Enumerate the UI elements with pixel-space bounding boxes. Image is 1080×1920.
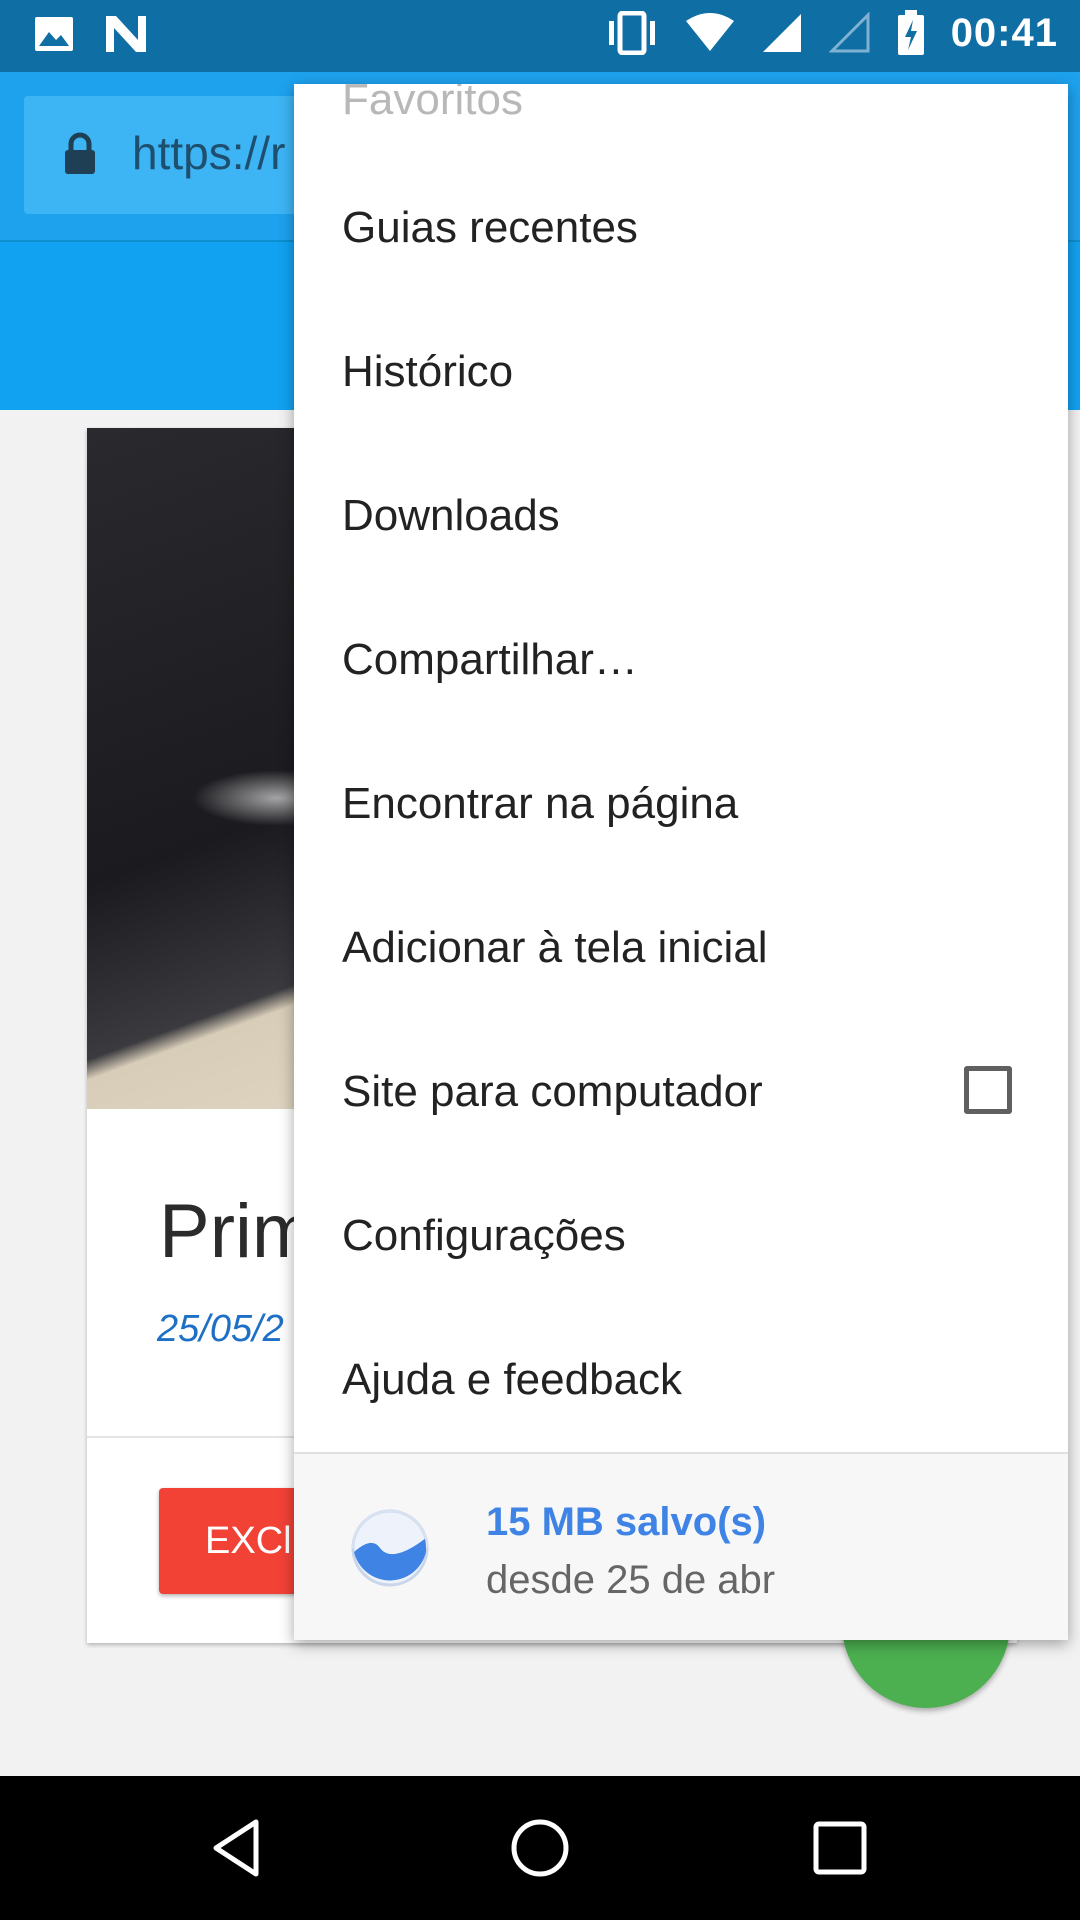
menu-item-encontrar-na-pagina[interactable]: Encontrar na página [294, 732, 1068, 876]
menu-item-label: Compartilhar… [342, 635, 638, 684]
menu-item-downloads[interactable]: Downloads [294, 444, 1068, 588]
n-logo-icon [104, 14, 148, 54]
signal-icon [761, 12, 803, 54]
card-title: Prim [159, 1189, 316, 1274]
data-saved-since: desde 25 de abr [486, 1558, 776, 1602]
menu-item-ajuda-e-feedback[interactable]: Ajuda e feedback [294, 1308, 1068, 1452]
battery-charging-icon [897, 10, 925, 56]
recents-icon[interactable] [808, 1816, 872, 1880]
menu-item-label: Adicionar à tela inicial [342, 923, 768, 972]
signal-empty-icon [828, 12, 871, 54]
overflow-menu: Favoritos Guias recentes Histórico Downl… [294, 84, 1068, 1640]
menu-item-site-para-computador[interactable]: Site para computador [294, 1020, 1068, 1164]
navigation-bar [0, 1776, 1080, 1920]
menu-item-configuracoes[interactable]: Configurações [294, 1164, 1068, 1308]
delete-button-label: EXCl [205, 1519, 292, 1562]
menu-item-label: Configurações [342, 1211, 626, 1260]
desktop-site-checkbox[interactable] [964, 1066, 1012, 1114]
menu-item-label: Site para computador [342, 1067, 763, 1116]
menu-item-historico[interactable]: Histórico [294, 300, 1068, 444]
clock: 00:41 [950, 10, 1058, 55]
menu-item-label: Encontrar na página [342, 779, 739, 828]
vibrate-icon [605, 11, 659, 55]
menu-item-guias-recentes[interactable]: Guias recentes [294, 156, 1068, 300]
wifi-icon [685, 13, 735, 53]
menu-item-label: Ajuda e feedback [342, 1355, 683, 1404]
menu-item-label: Guias recentes [342, 203, 638, 252]
image-icon [34, 16, 74, 52]
status-bar: 00:41 [0, 0, 1080, 72]
data-saver-footer[interactable]: 15 MB salvo(s) desde 25 de abr [294, 1452, 1068, 1640]
data-saved-amount: 15 MB salvo(s) [486, 1500, 767, 1544]
menu-item-compartilhar[interactable]: Compartilhar… [294, 588, 1068, 732]
menu-item-adicionar-tela-inicial[interactable]: Adicionar à tela inicial [294, 876, 1068, 1020]
data-saver-icon [350, 1508, 430, 1593]
menu-item-label: Favoritos [342, 84, 523, 124]
lock-icon [64, 132, 96, 181]
url-text: https://r [132, 127, 286, 179]
card-date: 25/05/2 [157, 1308, 284, 1350]
menu-item-label: Downloads [342, 491, 560, 540]
home-icon[interactable] [508, 1816, 572, 1880]
back-icon[interactable] [208, 1816, 272, 1880]
menu-item-label: Histórico [342, 347, 514, 396]
